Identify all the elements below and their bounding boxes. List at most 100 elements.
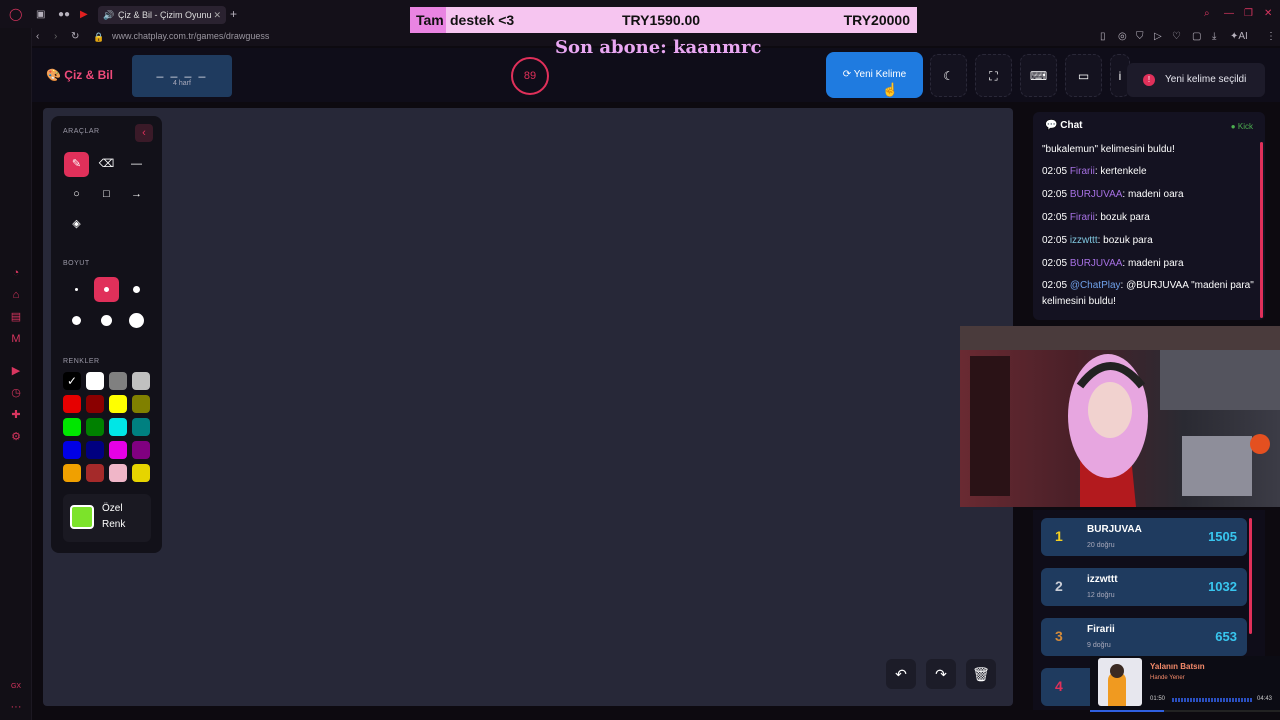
chat-username[interactable]: Firarii xyxy=(1070,166,1095,177)
chat-text: : bozuk para xyxy=(1097,235,1153,246)
color-swatch[interactable] xyxy=(132,395,150,413)
color-swatch[interactable]: ✓ xyxy=(63,372,81,390)
back-icon[interactable]: ‹ xyxy=(36,31,39,43)
color-swatch[interactable] xyxy=(86,464,104,482)
color-swatch[interactable] xyxy=(63,395,81,413)
arrow-tool[interactable]: → xyxy=(124,182,149,207)
size-dot xyxy=(75,288,78,291)
color-swatch[interactable] xyxy=(109,464,127,482)
color-swatch[interactable] xyxy=(63,464,81,482)
forward-icon[interactable]: › xyxy=(54,31,57,43)
app-logo-text: Çiz & Bil xyxy=(64,68,113,82)
chat-username[interactable]: @ChatPlay xyxy=(1070,280,1121,291)
color-swatch[interactable] xyxy=(132,464,150,482)
keyboard-button[interactable]: ⌨ xyxy=(1020,54,1057,97)
donation-amount: TRY1590.00 xyxy=(622,12,701,28)
color-swatch[interactable] xyxy=(132,418,150,436)
menu-icon[interactable]: ⋮ xyxy=(1266,31,1276,43)
custom-color-button[interactable]: Özel Renk xyxy=(63,494,151,542)
clear-canvas-button[interactable]: 🗑 xyxy=(966,659,996,689)
ai-icon[interactable]: ✦AI xyxy=(1230,31,1248,43)
reload-icon[interactable]: ↻ xyxy=(71,31,79,43)
extension-icon[interactable]: ▯ xyxy=(1100,31,1106,43)
pinboard-icon[interactable]: ▤ xyxy=(9,310,23,324)
color-swatch[interactable] xyxy=(86,395,104,413)
fullscreen-button[interactable]: ⛶ xyxy=(975,54,1012,97)
chat-bubbles-icon: 💬 xyxy=(1045,120,1058,131)
chat-text: : madeni para xyxy=(1122,258,1184,269)
extensions-icon[interactable]: ✚ xyxy=(9,408,23,422)
color-swatch[interactable] xyxy=(109,395,127,413)
search-icon[interactable]: ⌕ xyxy=(1204,8,1210,20)
more-icon[interactable]: ··· xyxy=(9,700,23,714)
settings-icon[interactable]: ⚙ xyxy=(9,430,23,444)
bag-icon[interactable]: ⌂ xyxy=(9,288,23,302)
close-window-icon[interactable]: ✕ xyxy=(1264,8,1272,20)
close-tab-icon[interactable]: ✕ xyxy=(213,6,221,24)
rank-number: 4 xyxy=(1055,678,1063,694)
size-4[interactable] xyxy=(64,308,89,333)
size-3[interactable] xyxy=(124,277,149,302)
history-icon[interactable]: ◔ xyxy=(9,266,23,280)
app-logo[interactable]: 🎨 Çiz & Bil xyxy=(46,68,113,82)
minimize-icon[interactable]: — xyxy=(1224,8,1234,20)
new-tab-icon[interactable]: + xyxy=(230,8,237,20)
progress-track[interactable] xyxy=(1090,710,1280,712)
color-swatch[interactable] xyxy=(86,372,104,390)
color-swatch[interactable] xyxy=(109,372,127,390)
tab-islands-icon[interactable]: ▣ xyxy=(36,9,45,21)
dark-mode-button[interactable]: ☾ xyxy=(930,54,967,97)
color-swatch[interactable] xyxy=(132,372,150,390)
color-swatch[interactable] xyxy=(86,418,104,436)
collapse-panel-button[interactable]: ‹ xyxy=(135,124,153,142)
chat-username[interactable]: BURJUVAA xyxy=(1070,189,1123,200)
size-1[interactable] xyxy=(64,277,89,302)
color-swatch[interactable] xyxy=(63,441,81,459)
youtube-tab-icon[interactable]: ▶ xyxy=(80,9,88,21)
maximize-icon[interactable]: ❐ xyxy=(1244,8,1253,20)
arrow-right-icon: → xyxy=(131,188,142,200)
chat-panel: 💬 Chat ● Kick "bukalemun" kelimesini bul… xyxy=(1033,112,1265,320)
color-swatch[interactable] xyxy=(86,441,104,459)
download-icon[interactable]: ⤓ xyxy=(1212,31,1216,43)
workspace-icon[interactable]: ●● xyxy=(58,9,70,21)
shield-icon[interactable]: ⛉ xyxy=(1136,31,1144,43)
url-field[interactable]: www.chatplay.com.tr/games/drawguess xyxy=(112,31,269,41)
color-swatch[interactable] xyxy=(132,441,150,459)
mail-icon[interactable]: M xyxy=(9,332,23,346)
color-swatch[interactable] xyxy=(109,418,127,436)
clock-icon[interactable]: ◷ xyxy=(9,386,23,400)
brush-tool[interactable]: ✎ xyxy=(64,152,89,177)
size-6[interactable] xyxy=(124,308,149,333)
camera-icon[interactable]: ◎ xyxy=(1118,31,1127,43)
chat-scrollbar[interactable] xyxy=(1260,142,1263,318)
undo-button[interactable]: ↶ xyxy=(886,659,916,689)
drawing-canvas[interactable] xyxy=(43,108,1013,706)
size-5[interactable] xyxy=(94,308,119,333)
opera-logo-icon[interactable]: ◯ xyxy=(9,8,22,20)
chat-text: : madeni oara xyxy=(1122,189,1184,200)
leaderboard-scrollbar[interactable] xyxy=(1249,518,1252,634)
color-swatch[interactable] xyxy=(63,418,81,436)
redo-button[interactable]: ↷ xyxy=(926,659,956,689)
chat-username[interactable]: izzwttt xyxy=(1070,235,1098,246)
archive-button[interactable]: ▭ xyxy=(1065,54,1102,97)
snapshot-icon[interactable]: ▢ xyxy=(1192,31,1201,43)
fill-tool[interactable]: ◈ xyxy=(64,212,89,237)
tab-active[interactable]: 🔊 Çiz & Bil - Çizim Oyunu ✕ xyxy=(98,6,226,24)
chat-username[interactable]: Firarii xyxy=(1070,212,1095,223)
size-2[interactable] xyxy=(94,277,119,302)
heart-icon[interactable]: ♡ xyxy=(1172,31,1181,43)
rectangle-tool[interactable]: □ xyxy=(94,182,119,207)
circle-tool[interactable]: ○ xyxy=(64,182,89,207)
player-icon[interactable]: ▶ xyxy=(9,364,23,378)
chat-time: 02:05 xyxy=(1042,258,1068,269)
line-tool[interactable]: — xyxy=(124,152,149,177)
eraser-tool[interactable]: ⌫ xyxy=(94,152,119,177)
color-swatch[interactable] xyxy=(109,441,127,459)
song-artist: Hande Yener xyxy=(1150,675,1185,681)
new-word-button[interactable]: ⟳ Yeni Kelime xyxy=(826,52,923,98)
chat-username[interactable]: BURJUVAA xyxy=(1070,258,1123,269)
size-label: BOYUT xyxy=(63,260,90,267)
play-icon[interactable]: ▷ xyxy=(1154,31,1162,43)
